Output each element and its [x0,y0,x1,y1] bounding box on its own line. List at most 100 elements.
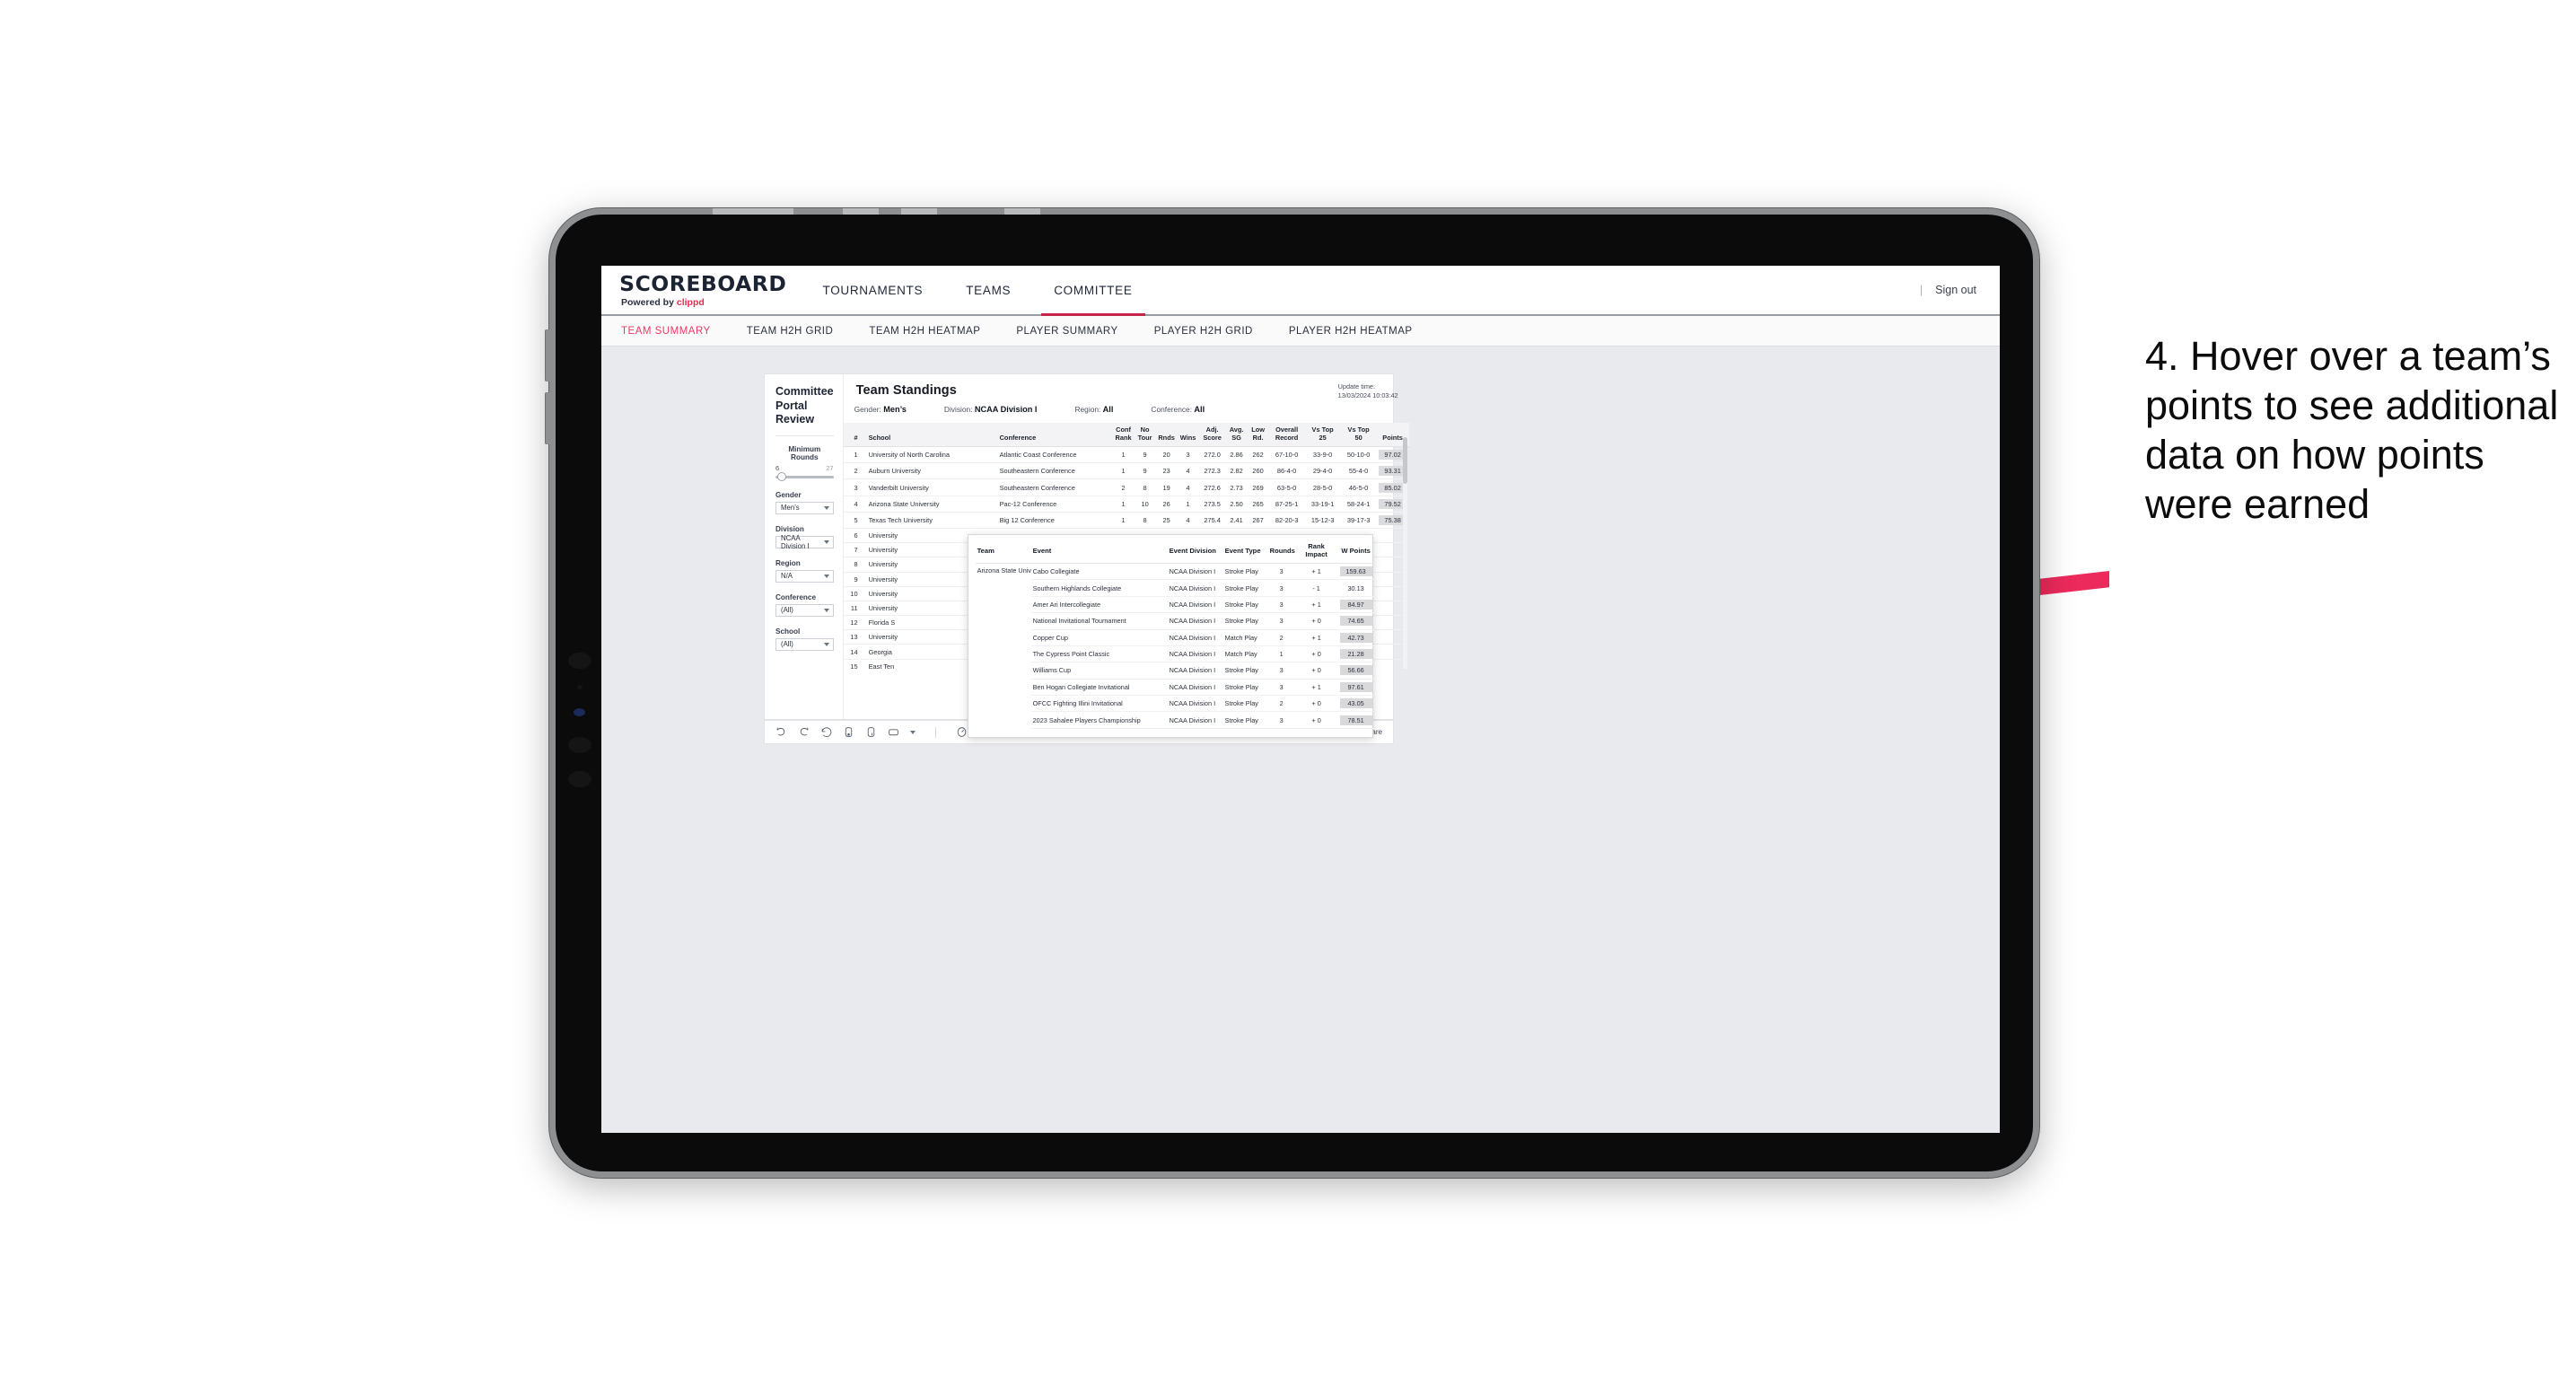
device-layout-icon[interactable] [888,726,899,738]
chevron-down-icon [823,608,829,612]
subtab-team-h2h-heatmap[interactable]: TEAM H2H HEATMAP [869,326,1000,337]
col-rnds[interactable]: Rnds [1155,423,1178,448]
subtab-player-summary[interactable]: PLAYER SUMMARY [1016,326,1137,337]
table-row[interactable]: 4 Arizona State University Pac-12 Conferen… [843,496,1409,513]
filter-conference: Conference: All [1151,405,1205,414]
minimum-rounds-filter[interactable]: Minimum Rounds 6 27 [775,445,834,482]
standings-content: Team Standings Update time: 13/03/2024 1… [843,374,1409,738]
slider-min-value: 6 [775,463,780,472]
powered-by-text: Powered by [621,296,677,308]
col-sg-l2: SG [1231,433,1241,442]
vs-top-50-cell: 46-5-0 [1340,478,1377,496]
nav-tab-teams[interactable]: TEAMS [944,266,1032,314]
record-cell: 63-5-0 [1268,478,1305,496]
filter-region: Region: All [1074,405,1113,414]
tooltip-w-points-value: 42.73 [1339,632,1372,643]
chevron-down-icon [823,539,829,544]
tooltip-impact-cell: + 1 [1294,596,1338,614]
table-row[interactable]: 3 Vanderbilt University Southeastern Confe… [843,478,1409,496]
subtab-player-h2h-heatmap[interactable]: PLAYER H2H HEATMAP [1289,326,1433,337]
undo-icon[interactable] [775,726,787,738]
revert-icon[interactable] [820,726,832,738]
nav-tab-tournaments[interactable]: TOURNAMENTS [802,266,945,314]
sign-out-link[interactable]: Sign out [1935,284,1976,296]
table-row[interactable]: 5 Texas Tech University Big 12 Conference 1… [843,512,1409,529]
tooltip-type-cell: Stroke Play [1222,579,1268,597]
school-cell: Auburn University [863,462,998,480]
update-time: Update time: 13/03/2024 10:03:42 [1338,382,1398,400]
adj-score-cell: 272.3 [1198,462,1226,480]
tooltip-w-points-cell: 43.05 [1337,695,1374,713]
col-no-tour[interactable]: No Tour [1134,423,1156,448]
col-school[interactable]: School [863,423,998,448]
slider-handle[interactable] [776,472,786,482]
tt-col-rounds: Rounds [1267,539,1295,564]
chevron-down-icon [823,574,829,578]
division-select[interactable]: NCAA Division I [775,534,834,550]
division-label: Division [775,524,804,533]
col-wins[interactable]: Wins [1177,423,1199,448]
col-vs-top-25[interactable]: Vs Top 25 [1304,423,1341,448]
subtab-player-h2h-grid[interactable]: PLAYER H2H GRID [1154,326,1273,337]
filter-division-label: Division: [943,405,973,414]
tooltip-header-row: Team Event Event Division Event Type Rou… [975,539,1374,564]
wins-cell: 1 [1177,496,1199,513]
col-avg-sg[interactable]: Avg. SG [1225,423,1248,448]
col-conf-rank[interactable]: Conf Rank [1112,423,1135,448]
tooltip-w-points-value: 97.61 [1339,681,1372,692]
scoreboard-logo[interactable]: SCOREBOARD Powered by clippd [601,266,802,314]
volume-up-button[interactable] [546,329,550,382]
slider-max-value: 27 [826,463,834,472]
rank-cell: 8 [843,557,863,573]
no-tour-cell: 8 [1134,512,1156,529]
vs-top-25-cell: 15-12-3 [1304,512,1341,529]
toolbar-separator [935,726,936,738]
redo-icon[interactable] [798,726,810,738]
camera-dot-3 [568,737,591,753]
col-low-rd[interactable]: Low Rd. [1247,423,1269,448]
table-row[interactable]: 1 University of North Carolina Atlantic Co… [843,446,1409,464]
conf-rank-cell: 1 [1112,446,1135,464]
region-select[interactable]: N/A [775,569,834,583]
conference-select[interactable]: (All) [775,603,834,617]
subtab-team-h2h-grid[interactable]: TEAM H2H GRID [747,326,854,337]
table-row[interactable]: 2 Auburn University Southeastern Conferenc… [843,462,1409,480]
adj-score-cell: 273.5 [1198,496,1226,513]
antenna-line-2 [843,208,879,215]
tooltip-w-points-value: 21.28 [1339,649,1372,660]
zoom-icon[interactable] [956,726,968,738]
tooltip-rounds-cell: 2 [1267,629,1295,646]
nav-tab-committee[interactable]: COMMITTEE [1032,266,1153,316]
col-vs-top-50[interactable]: Vs Top 50 [1340,423,1377,448]
nav-divider: | [1919,284,1923,296]
filter-gender: Gender: Men’s [854,405,907,414]
sub-tab-bar: TEAM SUMMARY TEAM H2H GRID TEAM H2H HEAT… [601,316,2000,346]
col-rank[interactable]: # [843,423,863,448]
tooltip-row: Southern Highlands Collegiate NCAA Divisi… [976,579,1374,597]
volume-down-button[interactable] [546,392,550,444]
tooltip-impact-cell: + 0 [1294,645,1338,663]
pause-icon[interactable] [865,726,877,738]
refresh-icon[interactable] [843,726,854,738]
tt-col-wpoints: W Points [1337,539,1374,564]
rank-cell: 14 [843,644,863,660]
col-adj-score[interactable]: Adj. Score [1198,423,1226,448]
col-conference[interactable]: Conference [997,423,1113,448]
slider-track[interactable] [775,472,834,482]
tooltip-impact-cell: + 0 [1294,711,1338,729]
col-low-l2: Rd. [1252,433,1264,442]
school-select[interactable]: (All) [775,637,834,651]
col-record[interactable]: Overall Record [1268,423,1305,448]
low-rd-cell: 265 [1247,496,1269,513]
divider [775,434,834,436]
subtab-team-summary[interactable]: TEAM SUMMARY [621,326,731,337]
active-filter-summary: Gender: Men’s Division: NCAA Division I … [844,398,1409,421]
gender-select[interactable]: Men’s [775,501,834,514]
dropdown-caret-icon[interactable] [910,730,916,734]
rank-cell: 15 [843,659,863,671]
brand-wordmark: SCOREBOARD [619,272,787,296]
tooltip-w-points-cell: 84.97 [1337,596,1374,614]
filter-conference-label: Conference: [1151,405,1193,414]
table-scrollbar-thumb[interactable] [1402,437,1407,484]
rank-cell: 13 [843,629,863,645]
